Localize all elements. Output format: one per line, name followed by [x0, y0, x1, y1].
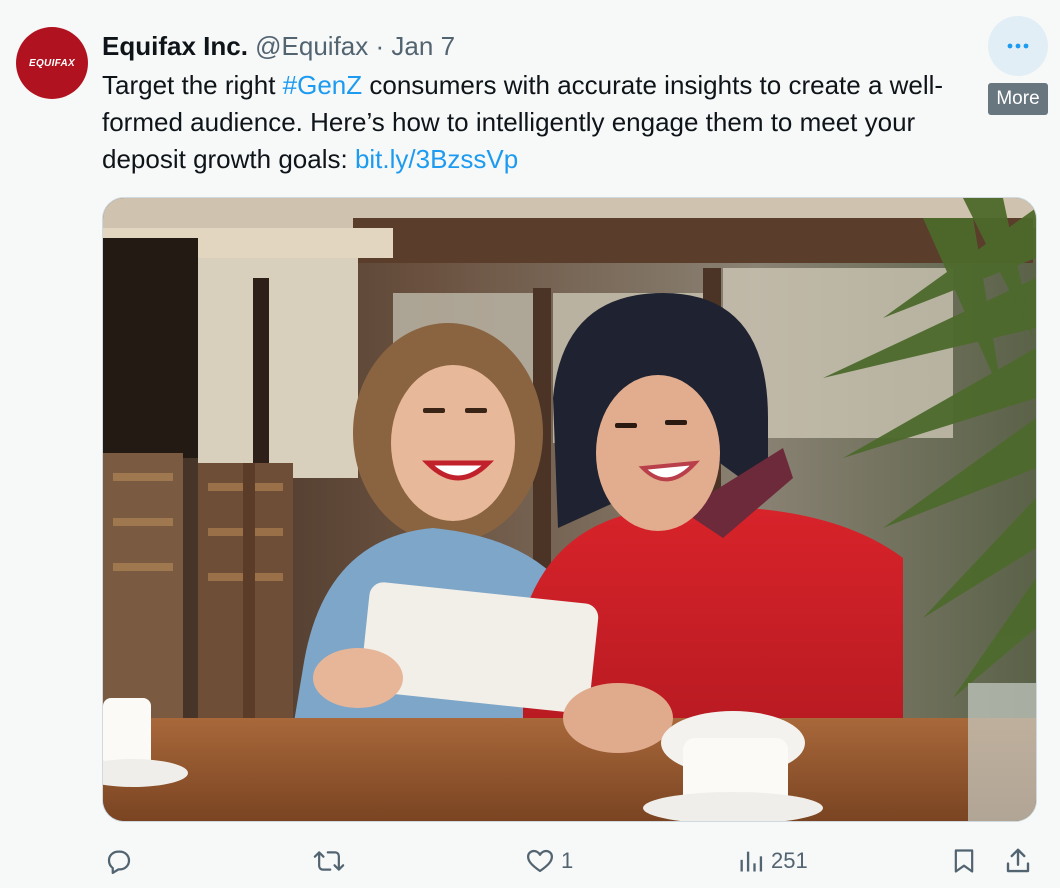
more-icon	[1007, 43, 1029, 49]
reply-icon	[107, 850, 131, 874]
like-icon	[527, 849, 553, 873]
tweet-text-part1: Target the right	[102, 70, 283, 100]
photo-illustration	[103, 198, 1036, 821]
tweet-text: Target the right #GenZ consumers with ac…	[102, 67, 982, 178]
avatar-logo-text: EQUIFAX	[29, 57, 75, 69]
like-button[interactable]: 1	[525, 835, 573, 887]
views-icon	[740, 851, 763, 872]
share-icon	[1006, 848, 1030, 873]
bookmark-button[interactable]	[950, 835, 978, 887]
retweet-icon	[313, 851, 345, 871]
more-button[interactable]	[988, 16, 1048, 76]
author-name[interactable]: Equifax Inc.	[102, 31, 248, 61]
url-link[interactable]: bit.ly/3BzssVp	[355, 144, 518, 174]
views-button[interactable]: 251	[737, 835, 808, 887]
action-bar: 1 251	[0, 835, 1060, 887]
avatar[interactable]: EQUIFAX	[16, 27, 88, 99]
views-count: 251	[771, 848, 808, 873]
hashtag-link[interactable]: #GenZ	[283, 70, 363, 100]
tweet-media-photo[interactable]	[102, 197, 1037, 822]
retweet-button[interactable]	[313, 835, 351, 887]
like-count: 1	[561, 848, 574, 873]
tweet-header: Equifax Inc. @Equifax · Jan 7	[102, 30, 455, 62]
meta-separator: ·	[375, 31, 385, 61]
reply-button[interactable]	[104, 835, 140, 887]
tweet-date[interactable]: Jan 7	[391, 31, 455, 61]
author-handle[interactable]: @Equifax	[255, 31, 368, 61]
more-tooltip: More	[988, 83, 1048, 115]
share-button[interactable]	[1003, 835, 1033, 887]
tweet[interactable]: EQUIFAX Equifax Inc. @Equifax · Jan 7 Ta…	[0, 0, 1060, 888]
bookmark-icon	[954, 849, 974, 873]
